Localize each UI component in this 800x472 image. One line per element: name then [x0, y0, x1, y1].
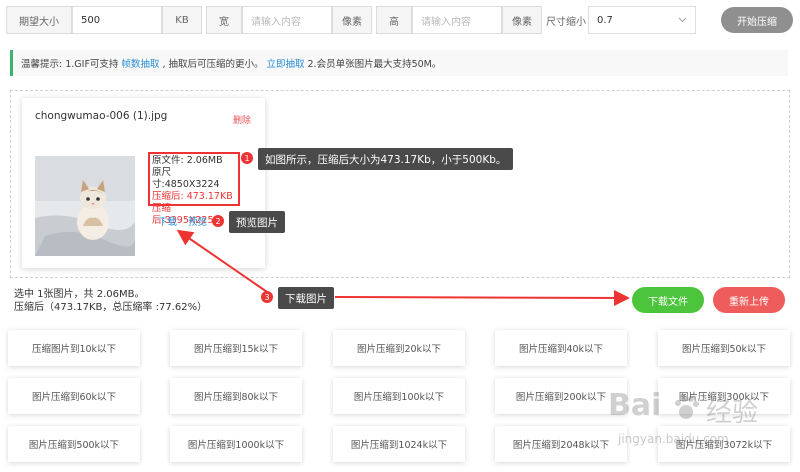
size-label: 期望大小: [6, 6, 72, 34]
notice-suffix: 2.会员单张图片最大支持50M。: [307, 59, 442, 70]
preset-button[interactable]: 图片压缩到1024k以下: [333, 426, 465, 462]
width-input[interactable]: 请输入内容: [242, 6, 332, 34]
summary-result: 压缩后（473.17KB，总压缩率 :77.62%）: [14, 302, 208, 313]
preset-button[interactable]: 图片压缩到1000k以下: [170, 426, 302, 462]
notice-prefix: 温馨提示: 1.GIF可支持: [21, 59, 119, 70]
scale-select[interactable]: 0.7: [588, 6, 696, 34]
preset-button[interactable]: 图片压缩到80k以下: [170, 378, 302, 414]
kitten-image: [35, 156, 135, 256]
annotation-tip-1: 如图所示，压缩后大小为473.17Kb，小于500Kb。: [258, 148, 514, 170]
extract-now-link[interactable]: 立即抽取: [266, 56, 304, 70]
preset-button[interactable]: 图片压缩到100k以下: [333, 378, 465, 414]
compress-settings-bar: 期望大小 500 KB 宽 请输入内容 像素 高 请输入内容 像素 尺寸缩小 0…: [6, 6, 696, 34]
annotation-badge-1: 1: [241, 152, 253, 164]
preset-button[interactable]: 图片压缩到3072k以下: [658, 426, 790, 462]
summary-selected: 选中 1张图片，共 2.06MB。: [14, 289, 145, 300]
arrow-to-download-file: [334, 289, 630, 306]
annotation-tip-2: 预览图片: [229, 211, 285, 233]
chevron-down-icon: [678, 17, 687, 23]
reupload-button[interactable]: 重新上传: [713, 287, 785, 313]
original-size: 原文件: 2.06MB: [152, 155, 223, 166]
original-dimensions: 原尺寸:4850X3224: [152, 167, 220, 190]
compression-info-box: 原文件: 2.06MB 原尺寸:4850X3224 压缩后: 473.17KB …: [148, 152, 240, 226]
preset-button[interactable]: 图片压缩到500k以下: [8, 426, 140, 462]
annotation-tip-3: 下载图片: [278, 287, 334, 309]
delete-button[interactable]: 删除: [233, 113, 251, 126]
preset-button[interactable]: 图片压缩到15k以下: [170, 330, 302, 366]
scale-label: 尺寸缩小: [546, 16, 586, 28]
height-unit: 像素: [502, 6, 542, 34]
notice-middle: , 抽取后可压缩的更小。: [162, 59, 264, 70]
height-input[interactable]: 请输入内容: [412, 6, 502, 34]
annotation-badge-2: 2: [212, 215, 224, 227]
preset-button[interactable]: 图片压缩到20k以下: [333, 330, 465, 366]
preset-button[interactable]: 图片压缩到40k以下: [495, 330, 627, 366]
download-file-button[interactable]: 下载文件: [632, 287, 704, 313]
preset-button[interactable]: 图片压缩到2048k以下: [495, 426, 627, 462]
compressed-size: 压缩后: 473.17KB: [152, 191, 233, 202]
preset-button[interactable]: 图片压缩到200k以下: [495, 378, 627, 414]
image-thumbnail: [35, 156, 135, 256]
preset-button[interactable]: 图片压缩到50k以下: [658, 330, 790, 366]
preset-button[interactable]: 压缩图片到10k以下: [8, 330, 140, 366]
preset-button[interactable]: 图片压缩到300k以下: [658, 378, 790, 414]
size-input[interactable]: 500: [72, 6, 162, 34]
compression-summary: 选中 1张图片，共 2.06MB。 压缩后（473.17KB，总压缩率 :77.…: [14, 288, 207, 314]
annotation-badge-3: 3: [261, 291, 273, 303]
start-compress-button[interactable]: 开始压缩: [721, 7, 793, 33]
height-label: 高: [376, 6, 412, 34]
file-name: chongwumao-006 (1).jpg: [35, 110, 168, 122]
width-label: 宽: [206, 6, 242, 34]
preset-button[interactable]: 图片压缩到60k以下: [8, 378, 140, 414]
notice-banner: 温馨提示: 1.GIF可支持 帧数抽取 , 抽取后可压缩的更小。 立即抽取 2.…: [10, 50, 788, 76]
download-link[interactable]: 下载: [158, 214, 177, 228]
width-unit: 像素: [332, 6, 372, 34]
size-unit: KB: [162, 6, 202, 34]
preview-link[interactable]: 预览: [188, 214, 207, 228]
scale-value: 0.7: [597, 14, 613, 26]
frame-extract-link[interactable]: 帧数抽取: [121, 56, 159, 70]
file-card: chongwumao-006 (1).jpg 删除 原文件: 2.06MB 原尺…: [22, 98, 265, 268]
